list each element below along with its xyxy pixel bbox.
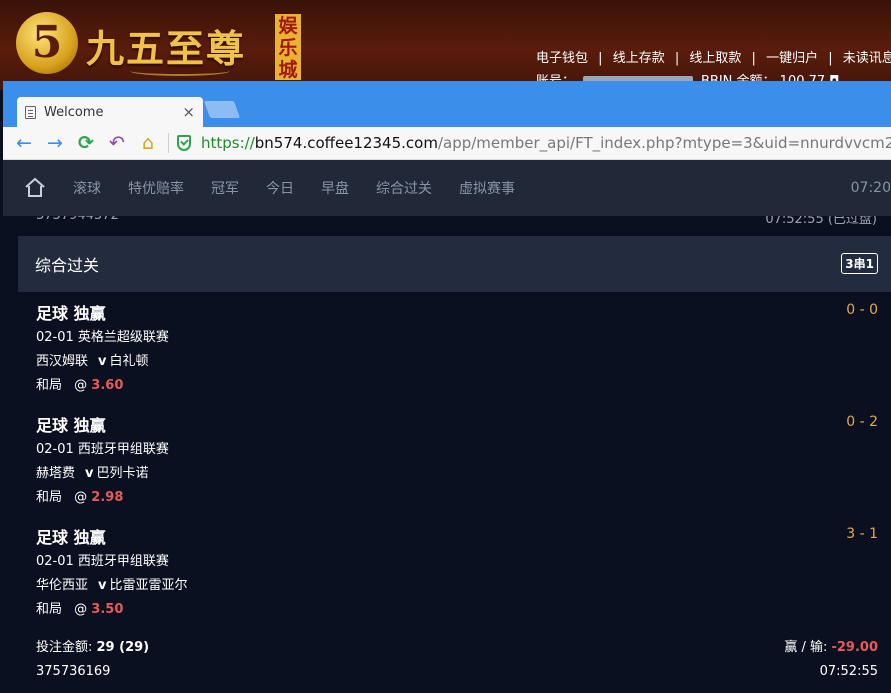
home-team: 西汉姆联 [36,354,89,369]
stake-row: 投注金额: 29 (29) 赢 / 输: -29.00 [36,636,878,660]
undo-icon[interactable]: ↶ [104,130,130,156]
previous-record-peek: 3737944372 07:52:55 (已过盘) [3,216,891,236]
bet-type: 足球 独赢 [36,528,106,547]
close-icon[interactable]: × [182,103,195,121]
logo-ornament [130,66,230,76]
bet-league: 02-01 英格兰超级联赛 [36,330,169,345]
away-team: 白礼顿 [109,354,149,369]
site-header: 5 九五至尊 娱乐城 电子钱包 | 线上存款 | 线上取款 | 一键归户 | 未… [0,0,891,90]
bet-selection: 和局 @ 3.60 [36,374,891,398]
away-team: 比雷亚雷亚尔 [109,578,188,593]
tab-parlay[interactable]: 综合过关 [376,178,432,198]
url-scheme: https:// [201,134,255,152]
parlay-badge: 3串1 [841,253,878,274]
secure-shield-icon[interactable] [177,135,191,151]
bet-odds: 3.50 [91,602,124,617]
tab-virtual[interactable]: 虚拟赛事 [459,178,515,198]
versus-label: v [98,354,107,369]
home-team: 华伦西亚 [36,578,89,593]
tab-in-play[interactable]: 滚球 [73,178,101,198]
section-title: 综合过关 [35,256,100,275]
logo-mark: 5 [16,12,78,74]
link-e-wallet[interactable]: 电子钱包 [536,51,588,66]
home-icon[interactable] [23,176,47,200]
url-host: bn574.coffee12345.com [254,134,438,152]
bet-teams: 西汉姆联 v 白礼顿 [36,350,891,374]
at-sign: @ [74,490,88,505]
tab-title: Welcome [44,104,104,120]
at-sign: @ [74,602,88,617]
link-deposit[interactable]: 线上存款 [613,51,665,66]
bet-leg: 足球 独赢 0 - 0 02-01 英格兰超级联赛 西汉姆联 v 白礼顿 和局 @ … [36,292,891,404]
url-field[interactable]: https://bn574.coffee12345.com/app/member… [201,134,891,152]
link-consolidate[interactable]: 一键归户 [766,51,818,66]
bet-record-content: 3737944372 07:52:55 (已过盘) 综合过关 3串1 足球 独赢… [3,216,891,693]
back-arrow-icon[interactable]: ← [11,130,37,156]
tab-early[interactable]: 早盘 [321,178,349,198]
tab-outright[interactable]: 冠军 [211,178,239,198]
home-icon[interactable]: ⌂ [135,130,161,156]
link-separator: | [751,51,756,66]
bet-odds: 3.60 [91,378,124,393]
versus-label: v [98,578,107,593]
id-row: 375736169 07:52:55 [36,660,878,684]
bet-league: 02-01 西班牙甲组联赛 [36,554,169,569]
previous-record-time: 07:52:55 (已过盘) [765,216,877,227]
bet-odds: 2.98 [91,490,124,505]
bet-score: 3 - 1 [846,526,878,542]
bet-leg: 足球 独赢 3 - 1 02-01 西班牙甲组联赛 华伦西亚 v 比雷亚雷亚尔 和局… [36,516,891,628]
link-withdraw[interactable]: 线上取款 [689,51,741,66]
bet-selection: 和局 @ 2.98 [36,486,891,510]
selection-label: 和局 [36,602,63,617]
home-team: 赫塔费 [36,466,76,481]
bet-teams: 赫塔费 v 巴列卡诺 [36,462,891,486]
new-tab-button[interactable] [203,101,241,118]
url-path: /app/member_api/FT_index.php?mtype=3&uid… [437,134,891,152]
stake-value: 29 (29) [96,640,150,655]
bet-type: 足球 独赢 [36,416,106,435]
tab-strip: Welcome × [3,81,891,127]
selection-label: 和局 [36,490,63,505]
versus-label: v [85,466,94,481]
at-sign: @ [74,378,88,393]
reload-icon[interactable]: ⟳ [73,130,99,156]
forward-arrow-icon[interactable]: → [42,130,68,156]
previous-record-id: 3737944372 [36,216,119,223]
browser-window: Welcome × ← → ⟳ ↶ ⌂ https://bn574.coffee… [3,81,891,693]
logo-subtitle: 娱乐城 [275,14,301,81]
browser-tab-welcome[interactable]: Welcome × [17,97,203,127]
bet-leg: 足球 独赢 0 - 2 02-01 西班牙甲组联赛 赫塔费 v 巴列卡诺 和局 @ … [36,404,891,516]
win-loss-label: 赢 / 输: [784,640,832,655]
tab-special-odds[interactable]: 特优赔率 [128,178,184,198]
bet-selection: 和局 @ 3.50 [36,598,891,622]
logo-text: 九五至尊 [86,26,247,71]
address-bar: ← → ⟳ ↶ ⌂ https://bn574.coffee12345.com/… [3,127,891,160]
bet-type: 足球 独赢 [36,304,106,323]
top-links: 电子钱包 | 线上存款 | 线上取款 | 一键归户 | 未读讯息 (0) [536,47,891,66]
bet-teams: 华伦西亚 v 比雷亚雷亚尔 [36,574,891,598]
parlay-section-header: 综合过关 3串1 [18,236,891,292]
bet-id: 375736169 [36,664,111,679]
document-icon [25,105,36,119]
stake-label: 投注金额: [36,640,97,655]
bet-time: 07:52:55 [819,664,878,679]
win-loss-value: -29.00 [831,640,878,655]
toolbar-divider [168,133,169,153]
tab-today[interactable]: 今日 [266,178,294,198]
nav-time: 07:20 [850,180,891,196]
bet-summary: 投注金额: 29 (29) 赢 / 输: -29.00 375736169 07… [36,636,878,684]
selection-label: 和局 [36,378,63,393]
bet-score: 0 - 0 [846,302,878,318]
bet-league: 02-01 西班牙甲组联赛 [36,442,169,457]
link-unread-messages[interactable]: 未读讯息 (0) [843,51,891,66]
bet-score: 0 - 2 [846,414,878,430]
link-separator: | [598,51,603,66]
link-separator: | [828,51,833,66]
away-team: 巴列卡诺 [96,466,149,481]
win-loss: 赢 / 输: -29.00 [784,636,878,660]
link-separator: | [674,51,680,66]
app-nav: 滚球 特优赔率 冠军 今日 早盘 综合过关 虚拟赛事 07:20 [3,160,891,216]
